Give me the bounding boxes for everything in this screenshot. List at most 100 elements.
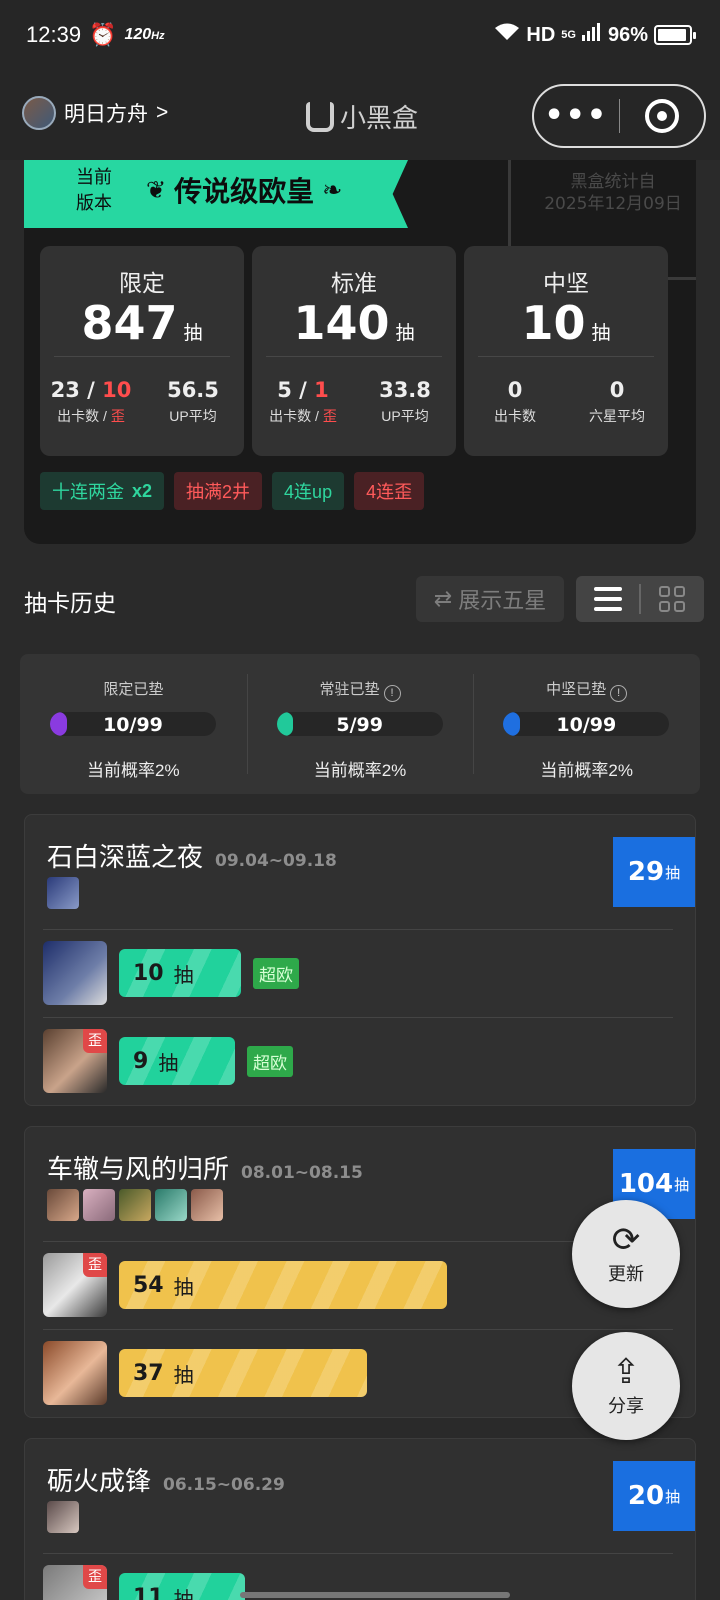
summary-panel: 黑盒统计自 2025年12月09日 当前 版本 ❦ 传说级欧皇 ❧ 限定 847… xyxy=(24,160,696,544)
pull-unit: 抽 xyxy=(158,1050,179,1075)
pull-count-bar: 10 抽 xyxy=(119,949,241,997)
pull-record-row: 歪 11 抽 xyxy=(43,1565,245,1600)
battery-icon xyxy=(654,25,696,45)
obtained-count: 23 xyxy=(50,378,80,402)
pull-record-row: 37 抽 xyxy=(43,1341,367,1405)
row-divider xyxy=(43,1017,673,1018)
card-title: 限定 xyxy=(119,270,165,296)
banner-pool-card[interactable]: 砺火成锋 06.15~06.29 20 抽 歪 11 抽 xyxy=(24,1438,696,1600)
battery-percent: 96% xyxy=(607,23,648,46)
six-star-average-value: 0 xyxy=(609,378,625,402)
pool-total-unit: 抽 xyxy=(665,863,681,882)
obtained-label: 出卡数 / xyxy=(269,408,323,424)
pool-total-unit: 抽 xyxy=(674,1175,690,1194)
card-divider xyxy=(266,356,442,357)
pull-record-row: 歪 54 抽 xyxy=(43,1253,447,1317)
operator-thumbnail xyxy=(47,1501,79,1533)
pool-total-value: 104 xyxy=(618,1169,674,1199)
operator-thumbnail xyxy=(83,1189,115,1221)
row-divider xyxy=(43,929,673,930)
off-rate-count: 10 xyxy=(102,378,132,402)
card-left-stat: 5 / 1 出卡数 / 歪 xyxy=(252,378,354,426)
game-avatar xyxy=(22,96,56,130)
pull-count: 10 xyxy=(133,960,164,986)
version-label-2: 版本 xyxy=(76,193,112,213)
app-title: 小黑盒 xyxy=(306,98,418,135)
share-button[interactable]: ⇪ 分享 xyxy=(572,1332,680,1440)
pool-date: 09.04~09.18 xyxy=(215,851,337,871)
laurel-left-icon: ❦ xyxy=(146,176,167,204)
pull-count-bar: 54 抽 xyxy=(119,1261,447,1309)
card-count-unit: 抽 xyxy=(395,322,415,344)
pity-probability: 当前概率2% xyxy=(540,761,633,780)
pull-unit: 抽 xyxy=(173,1274,194,1299)
achievement-tag: 4连歪 xyxy=(354,472,425,510)
info-icon[interactable]: ! xyxy=(383,685,401,702)
view-switch xyxy=(576,576,704,622)
refresh-icon: ⟳ xyxy=(611,1220,641,1260)
off-rate-count: 1 xyxy=(314,378,329,402)
info-icon[interactable]: ! xyxy=(610,685,628,702)
stamp-line-2: 2025年12月09日 xyxy=(544,194,682,214)
version-label-1: 当前 xyxy=(76,167,112,187)
pool-featured-operators xyxy=(47,1501,79,1533)
tag-multiplier: x2 xyxy=(132,480,153,501)
banner-pool-card[interactable]: 石白深蓝之夜 09.04~09.18 29 抽 10 抽 超欧 歪 9抽 超欧 xyxy=(24,814,696,1106)
stat-card-standard: 标准 140 抽 5 / 1 出卡数 / 歪 33.8 UP平均 xyxy=(252,246,456,456)
lucky-badge: 超欧 xyxy=(253,957,299,989)
pull-count-bar: 37 抽 xyxy=(119,1349,367,1397)
pool-date: 06.15~06.29 xyxy=(163,1475,285,1495)
off-rate-label: 歪 xyxy=(322,408,337,424)
lucky-badge: 超欧 xyxy=(247,1045,293,1077)
refresh-rate-unit: Hz xyxy=(151,30,165,42)
card-count-value: 847 xyxy=(81,296,178,350)
operator-avatar: 歪 xyxy=(43,1565,107,1600)
operator-thumbnail xyxy=(155,1189,187,1221)
slash: / xyxy=(79,378,103,402)
game-name: 明日方舟 xyxy=(64,103,148,126)
more-menu-button[interactable]: ••• xyxy=(534,101,619,131)
history-title: 抽卡历史 xyxy=(24,590,116,616)
pity-progress-bar: 10/99 xyxy=(503,712,670,736)
pull-count: 9 xyxy=(133,1048,149,1074)
list-icon xyxy=(593,587,622,611)
achievement-tag: 十连两金 x2 xyxy=(40,472,165,510)
version-label: 当前 版本 xyxy=(76,164,112,216)
tag-text: 十连两金 xyxy=(52,482,124,502)
operator-thumbnail xyxy=(119,1189,151,1221)
up-average-value: 33.8 xyxy=(379,378,431,402)
share-icon: ⇪ xyxy=(611,1352,641,1392)
row-divider xyxy=(43,1329,673,1330)
pity-progress-bar: 5/99 xyxy=(276,712,443,736)
pool-name: 石白深蓝之夜 xyxy=(47,842,204,872)
list-view-button[interactable] xyxy=(576,587,639,611)
close-miniapp-button[interactable] xyxy=(620,99,705,133)
tag-text: 4连歪 xyxy=(366,482,413,502)
card-title: 标准 xyxy=(331,270,377,296)
card-count: 10 抽 xyxy=(464,296,668,350)
pull-unit: 抽 xyxy=(173,1362,194,1387)
pool-featured-operators xyxy=(47,877,79,909)
card-left-stat: 23 / 10 出卡数 / 歪 xyxy=(40,378,142,426)
pity-core: 中坚已垫! 10/99 当前概率2% xyxy=(473,654,700,794)
off-banner-badge: 歪 xyxy=(83,1565,107,1589)
grid-icon xyxy=(659,586,686,612)
card-count-value: 10 xyxy=(521,296,586,350)
grid-view-button[interactable] xyxy=(641,586,704,612)
game-selector[interactable]: 明日方舟 > xyxy=(22,96,168,130)
show-five-star-label: 展示五星 xyxy=(458,588,547,613)
refresh-button[interactable]: ⟳ 更新 xyxy=(572,1200,680,1308)
chevron-right-icon: > xyxy=(156,101,169,124)
pity-value: 10/99 xyxy=(103,714,163,736)
pool-featured-operators xyxy=(47,1189,223,1221)
operator-avatar: 歪 xyxy=(43,1029,107,1093)
pity-label: 限定已垫 xyxy=(20,678,247,699)
miniapp-capsule: ••• xyxy=(532,84,706,148)
obtained-label: 出卡数 xyxy=(494,408,536,424)
pool-title: 砺火成锋 06.15~06.29 xyxy=(47,1461,285,1498)
show-five-star-toggle[interactable]: ⇄ 展示五星 xyxy=(416,576,564,622)
tag-text: 抽满2井 xyxy=(186,482,251,502)
pity-progress-bar: 10/99 xyxy=(50,712,216,736)
signal-icon xyxy=(581,23,602,47)
operator-avatar xyxy=(43,941,107,1005)
